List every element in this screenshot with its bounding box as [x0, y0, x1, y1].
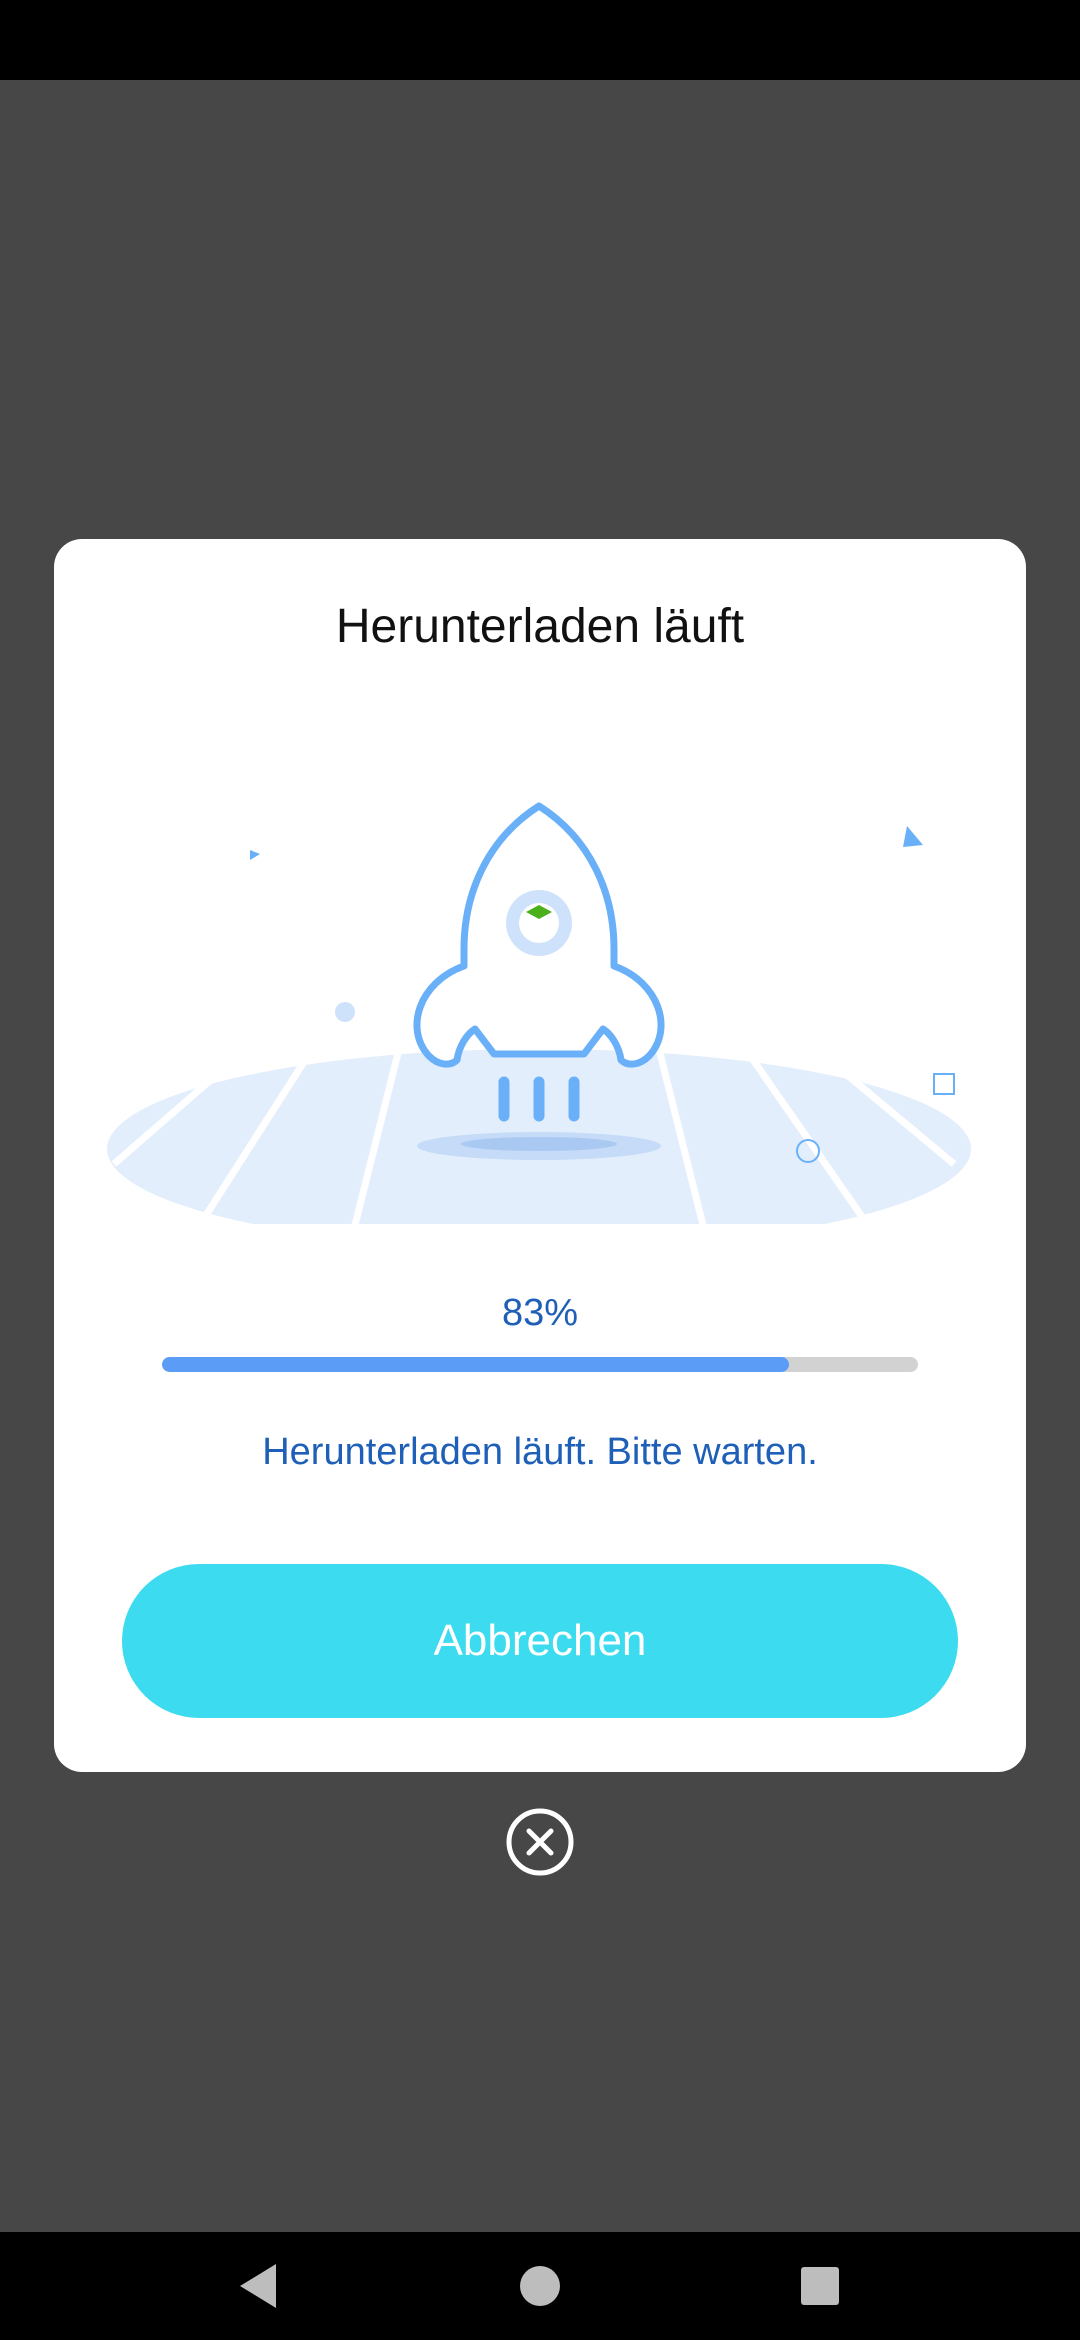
rocket-launch-illustration [107, 802, 971, 1224]
home-circle-icon[interactable] [510, 2256, 570, 2316]
back-triangle-icon[interactable] [228, 2256, 288, 2316]
status-message: Herunterladen läuft. Bitte warten. [262, 1431, 818, 1473]
navigation-bar [0, 2232, 1080, 2340]
dialog-title: Herunterladen läuft [335, 600, 745, 653]
progress-fill [162, 1357, 790, 1372]
status-bar [0, 0, 1080, 80]
recents-square-icon[interactable] [790, 2256, 850, 2316]
progress-bar [162, 1357, 918, 1372]
close-icon[interactable] [505, 1807, 575, 1877]
cancel-button[interactable]: Abbrechen [122, 1564, 958, 1718]
download-dialog: Herunterladen läuft 83% Herunterladen lä… [54, 539, 1026, 1772]
progress-percent: 83% [501, 1292, 579, 1334]
